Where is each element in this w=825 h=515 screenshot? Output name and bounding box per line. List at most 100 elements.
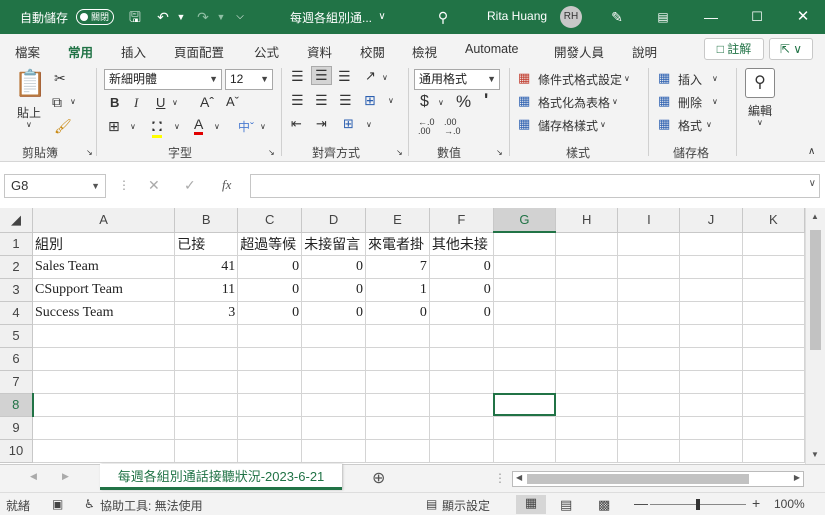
cell[interactable]	[742, 278, 805, 302]
cell[interactable]	[679, 324, 743, 348]
cell[interactable]	[679, 416, 743, 440]
align-top-icon[interactable]: ☰	[291, 68, 304, 85]
cut-icon[interactable]: ✂	[54, 70, 66, 87]
cell[interactable]	[679, 393, 743, 417]
wrap-text-icon[interactable]: ⊞	[364, 92, 376, 109]
cell[interactable]	[32, 393, 176, 417]
borders-dropdown-icon[interactable]: ∨	[130, 122, 136, 131]
scroll-down-icon[interactable]: ▼	[811, 450, 819, 459]
format-painter-icon[interactable]: 🖌	[54, 118, 72, 135]
cell[interactable]	[617, 439, 681, 463]
cell[interactable]	[301, 347, 366, 371]
cell[interactable]	[742, 347, 805, 371]
spreadsheet-grid[interactable]: ◢ A B C D E F G H I J K 1 組別 已接 超過等候 未接留言 來電者…	[0, 208, 805, 464]
cell[interactable]	[429, 439, 494, 463]
underline-icon[interactable]: U	[156, 95, 165, 110]
scroll-right-icon[interactable]: ▶	[794, 473, 800, 482]
horizontal-scroll-thumb[interactable]	[527, 474, 749, 484]
cell-styles-icon[interactable]: ▦	[518, 116, 530, 132]
tab-formulas[interactable]: 公式	[254, 42, 279, 61]
row-header[interactable]: 7	[0, 370, 34, 394]
row-header[interactable]: 3	[0, 278, 34, 302]
zoom-out-icon[interactable]: —	[634, 495, 648, 511]
cell[interactable]: 7	[365, 255, 430, 279]
add-sheet-icon[interactable]: ⊕	[372, 468, 385, 488]
sheet-next-icon[interactable]: ▶	[62, 471, 69, 482]
fill-color-dropdown-icon[interactable]: ∨	[174, 122, 180, 131]
cell[interactable]	[365, 439, 430, 463]
cell[interactable]	[429, 393, 494, 417]
customize-toolbar-icon[interactable]: ⌵	[234, 8, 246, 26]
cell[interactable]	[679, 278, 743, 302]
font-name-select[interactable]: 新細明體 ▼	[104, 69, 222, 90]
save-icon[interactable]: 🖫	[126, 8, 144, 26]
cell[interactable]	[617, 232, 681, 256]
display-settings-button[interactable]: 顯示設定	[442, 497, 490, 514]
ribbon-display-icon[interactable]: ▤	[654, 8, 672, 26]
column-header[interactable]: K	[742, 208, 805, 233]
cell[interactable]	[365, 370, 430, 394]
format-as-table-icon[interactable]: ▦	[518, 93, 530, 109]
cell[interactable]	[617, 416, 681, 440]
cell[interactable]	[365, 393, 430, 417]
zoom-slider-thumb[interactable]	[696, 499, 700, 510]
cell[interactable]	[32, 370, 176, 394]
cell[interactable]	[742, 255, 805, 279]
scroll-left-icon[interactable]: ◀	[516, 473, 522, 482]
format-cells-button[interactable]: 格式	[678, 117, 702, 134]
page-layout-view-icon[interactable]: ▤	[560, 497, 572, 513]
increase-indent-icon[interactable]: ⇥	[316, 116, 327, 132]
conditional-dropdown-icon[interactable]: ∨	[624, 74, 630, 83]
cell[interactable]	[493, 370, 557, 394]
cell[interactable]	[617, 324, 681, 348]
align-left-icon[interactable]: ☰	[291, 92, 304, 109]
phonetic-dropdown-icon[interactable]: ∨	[260, 122, 266, 131]
column-header-selected[interactable]: G	[493, 208, 557, 233]
font-size-select[interactable]: 12 ▼	[225, 69, 273, 90]
cell[interactable]	[493, 324, 557, 348]
cell[interactable]	[555, 301, 619, 325]
fill-color-icon[interactable]: ⛚	[152, 118, 163, 138]
zoom-in-icon[interactable]: +	[752, 495, 760, 511]
cell[interactable]	[301, 324, 366, 348]
cell[interactable]	[365, 416, 430, 440]
cell[interactable]: Sales Team	[32, 255, 176, 279]
paste-icon[interactable]: 📋	[14, 68, 46, 99]
cell[interactable]	[742, 301, 805, 325]
tab-insert[interactable]: 插入	[121, 42, 146, 61]
normal-view-icon[interactable]: ▦	[516, 495, 546, 514]
cell[interactable]	[365, 324, 430, 348]
formula-bar-handle-icon[interactable]: ⋮	[118, 178, 130, 192]
tab-developer[interactable]: 開發人員	[554, 42, 604, 61]
copy-icon[interactable]: ⧉	[52, 94, 62, 111]
number-launcher-icon[interactable]: ↘	[496, 148, 503, 157]
cell[interactable]: 未接留言	[301, 232, 366, 256]
paste-dropdown-icon[interactable]: ∨	[26, 120, 32, 129]
cell[interactable]	[679, 370, 743, 394]
cell[interactable]	[301, 416, 366, 440]
increase-decimal-icon[interactable]: ←.0.00	[418, 118, 435, 136]
align-bottom-icon[interactable]: ☰	[338, 68, 351, 85]
align-center-icon[interactable]: ☰	[315, 92, 328, 109]
page-break-view-icon[interactable]: ▩	[598, 497, 610, 513]
tab-automate[interactable]: Automate	[465, 42, 519, 56]
expand-formula-icon[interactable]: ∨	[809, 178, 816, 189]
font-launcher-icon[interactable]: ↘	[268, 148, 275, 157]
conditional-formatting-button[interactable]: 條件式格式設定	[538, 71, 622, 88]
alignment-launcher-icon[interactable]: ↘	[396, 148, 403, 157]
tab-data[interactable]: 資料	[307, 42, 332, 61]
cell[interactable]	[555, 255, 619, 279]
phonetic-icon[interactable]: 中ˇ	[238, 118, 254, 135]
cell[interactable]	[555, 347, 619, 371]
cell[interactable]	[301, 439, 366, 463]
document-title[interactable]: 每週各組別通...	[290, 9, 372, 26]
cell[interactable]: 組別	[32, 232, 176, 256]
cell[interactable]	[174, 439, 239, 463]
align-middle-icon[interactable]: ☰	[311, 66, 332, 85]
clipboard-launcher-icon[interactable]: ↘	[86, 148, 93, 157]
tab-help[interactable]: 說明	[632, 42, 657, 61]
cell[interactable]	[365, 347, 430, 371]
sheet-prev-icon[interactable]: ◀	[30, 471, 37, 482]
cell[interactable]	[32, 324, 176, 348]
align-right-icon[interactable]: ☰	[339, 92, 352, 109]
